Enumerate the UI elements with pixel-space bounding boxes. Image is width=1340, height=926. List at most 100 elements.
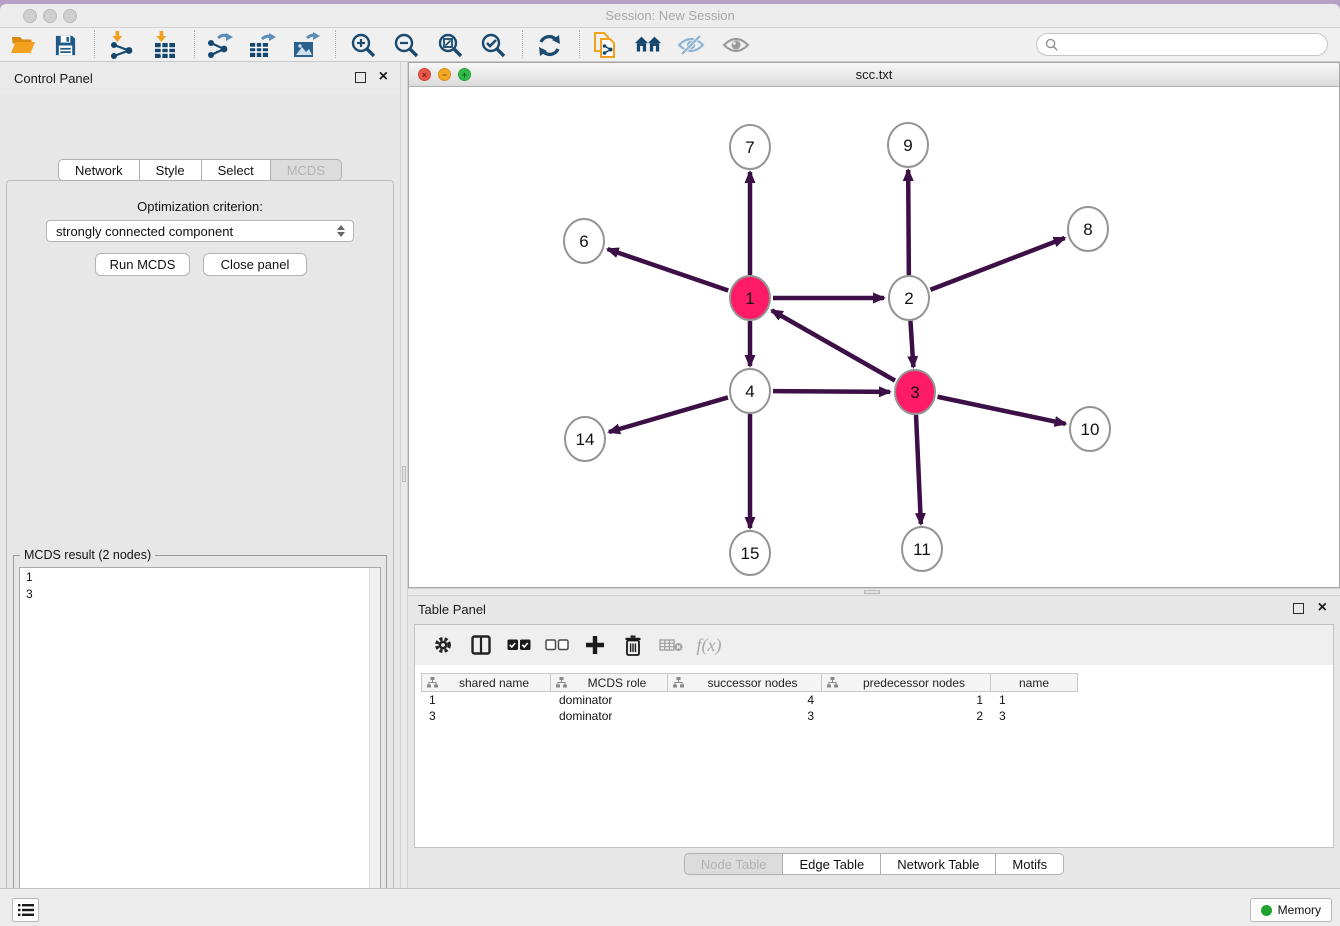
toggle-panes-button[interactable] <box>469 633 493 657</box>
criterion-dropdown[interactable]: strongly connected component <box>46 220 354 242</box>
import-table-button[interactable] <box>151 31 179 59</box>
float-panel-icon[interactable] <box>1293 603 1304 614</box>
vertical-splitter[interactable] <box>400 62 408 888</box>
houses-icon <box>634 33 662 57</box>
function-builder-button[interactable]: f(x) <box>697 633 721 657</box>
network-frame-titlebar[interactable]: × − + scc.txt <box>409 63 1339 87</box>
tab-select[interactable]: Select <box>202 159 271 181</box>
close-panel-icon[interactable]: × <box>379 67 388 87</box>
edge-3-10[interactable] <box>938 397 1066 424</box>
delete-button[interactable] <box>621 633 645 657</box>
column-header-predecessor-nodes[interactable]: predecessor nodes <box>822 673 991 692</box>
network-frame-title: scc.txt <box>409 67 1339 82</box>
search-field[interactable] <box>1036 33 1328 56</box>
table-cell[interactable]: 1 <box>822 692 991 708</box>
export-network-button[interactable] <box>205 31 233 59</box>
table-cell[interactable]: 2 <box>822 708 991 724</box>
horizontal-splitter[interactable] <box>408 588 1340 596</box>
zoom-selected-button[interactable] <box>479 31 507 59</box>
table-cell[interactable]: 3 <box>668 708 822 724</box>
export-image-button[interactable] <box>292 31 320 59</box>
graph-node-label: 2 <box>904 289 913 308</box>
table-cell[interactable]: 3 <box>421 708 551 724</box>
show-all-button[interactable] <box>722 31 750 59</box>
edge-1-6[interactable] <box>608 249 729 290</box>
table-cell[interactable]: 4 <box>668 692 822 708</box>
save-session-button[interactable] <box>51 31 79 59</box>
graph-node-label: 8 <box>1083 220 1092 239</box>
tab-motifs[interactable]: Motifs <box>996 853 1064 875</box>
memory-button[interactable]: Memory <box>1250 898 1332 922</box>
table-cell[interactable]: 1 <box>421 692 551 708</box>
application-window: Session: New Session <box>0 0 1340 926</box>
close-panel-button[interactable]: Close panel <box>203 253 307 276</box>
control-panel-tabs: NetworkStyleSelectMCDS <box>0 159 400 181</box>
table-row[interactable]: 3dominator323 <box>421 708 1078 724</box>
table-cell[interactable]: 1 <box>991 692 1078 708</box>
table-panel-header: Table Panel × <box>408 596 1340 622</box>
clone-network-button[interactable] <box>591 31 619 59</box>
search-input[interactable] <box>1062 38 1327 52</box>
task-history-button[interactable] <box>12 898 39 922</box>
edge-2-8[interactable] <box>930 238 1064 290</box>
edge-4-14[interactable] <box>609 397 728 432</box>
deselect-all-button[interactable] <box>545 633 569 657</box>
tab-mcds[interactable]: MCDS <box>271 159 342 181</box>
splitter-grip[interactable] <box>402 466 406 482</box>
table-panel-title: Table Panel <box>418 602 486 617</box>
tab-edge-table[interactable]: Edge Table <box>783 853 881 875</box>
graph-node-label: 11 <box>913 540 931 559</box>
mcds-result-textarea[interactable]: 13 <box>19 567 381 926</box>
tab-style[interactable]: Style <box>140 159 202 181</box>
tab-network[interactable]: Network <box>58 159 140 181</box>
table-cell[interactable]: dominator <box>551 692 668 708</box>
tab-network-table[interactable]: Network Table <box>881 853 996 875</box>
result-scrollbar[interactable] <box>369 568 380 926</box>
zoom-in-button[interactable] <box>349 31 377 59</box>
list-icon <box>18 903 34 917</box>
import-network-button[interactable] <box>107 31 135 59</box>
toolbar-separator <box>579 30 580 58</box>
table-row[interactable]: 1dominator411 <box>421 692 1078 708</box>
column-header-shared-name[interactable]: shared name <box>421 673 551 692</box>
refresh-button[interactable] <box>535 31 563 59</box>
sort-hierarchy-icon <box>427 677 438 688</box>
hide-selected-button[interactable] <box>677 31 705 59</box>
edge-4-3[interactable] <box>773 391 890 392</box>
graph-node-label: 15 <box>741 544 760 563</box>
network-canvas[interactable]: 7968124314101511 <box>409 88 1339 587</box>
save-icon <box>54 34 77 57</box>
open-folder-icon <box>10 33 36 57</box>
edge-2-9[interactable] <box>908 170 909 275</box>
delete-table-button[interactable] <box>659 633 683 657</box>
import-network-icon <box>107 31 135 59</box>
add-column-button[interactable] <box>583 633 607 657</box>
table-cell[interactable]: 3 <box>991 708 1078 724</box>
graph-node-label: 6 <box>579 232 588 251</box>
control-panel-title: Control Panel <box>14 71 93 86</box>
first-neighbors-button[interactable] <box>634 31 662 59</box>
column-header-successor-nodes[interactable]: successor nodes <box>668 673 822 692</box>
splitter-grip[interactable] <box>864 590 880 594</box>
zoom-fit-button[interactable] <box>436 31 464 59</box>
export-table-button[interactable] <box>248 31 276 59</box>
close-panel-icon[interactable]: × <box>1318 598 1327 618</box>
edge-3-11[interactable] <box>916 415 921 524</box>
network-graph[interactable]: 7968124314101511 <box>409 88 1339 587</box>
column-header-MCDS-role[interactable]: MCDS role <box>551 673 668 692</box>
edge-3-1[interactable] <box>772 310 895 380</box>
float-panel-icon[interactable] <box>355 72 366 83</box>
tab-node-table[interactable]: Node Table <box>684 853 784 875</box>
eye-icon <box>722 33 750 57</box>
zoom-out-button[interactable] <box>392 31 420 59</box>
select-all-button[interactable] <box>507 633 531 657</box>
edge-2-3[interactable] <box>910 321 913 367</box>
toolbar-separator <box>335 30 336 58</box>
run-mcds-button[interactable]: Run MCDS <box>95 253 190 276</box>
table-toolbar: f(x) <box>415 625 1333 665</box>
table-settings-button[interactable] <box>431 633 455 657</box>
table-cell[interactable]: dominator <box>551 708 668 724</box>
open-session-button[interactable] <box>9 31 37 59</box>
column-header-name[interactable]: name <box>991 673 1078 692</box>
node-table[interactable]: shared nameMCDS rolesuccessor nodesprede… <box>421 673 1078 724</box>
